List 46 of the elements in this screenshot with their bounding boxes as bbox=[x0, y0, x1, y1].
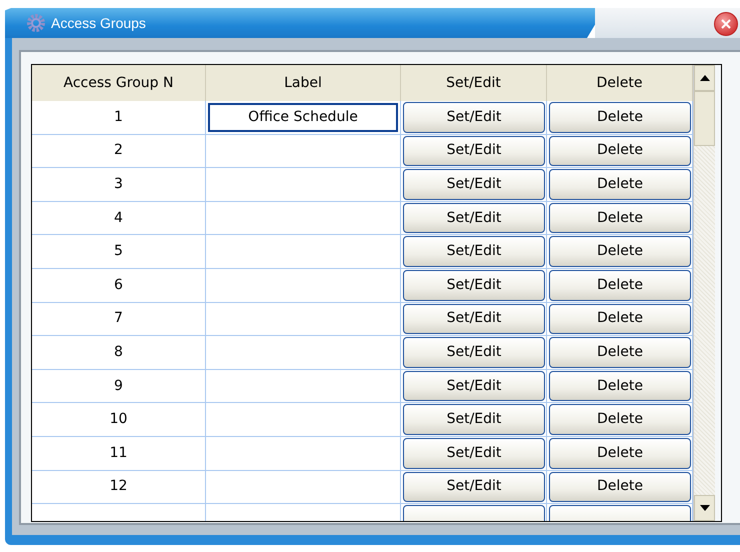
delete-button[interactable]: Delete bbox=[549, 169, 691, 200]
set-edit-button[interactable]: Set/Edit bbox=[403, 337, 545, 368]
delete-button[interactable]: Delete bbox=[549, 202, 691, 234]
delete-button[interactable]: Delete bbox=[549, 236, 691, 267]
delete-button[interactable]: Delete bbox=[549, 472, 691, 502]
label-field[interactable]: Office Schedule bbox=[208, 103, 398, 132]
set-edit-button[interactable]: Set/Edit bbox=[403, 169, 545, 200]
table-cell: 9 bbox=[32, 370, 206, 402]
set-edit-button[interactable]: Set/Edit bbox=[403, 270, 545, 301]
table-cell: 4 bbox=[32, 202, 206, 234]
down-arrow-icon bbox=[700, 505, 710, 511]
table-cell: 6 bbox=[32, 268, 206, 302]
table-cell: 5 bbox=[32, 235, 206, 268]
table-cell: 1 bbox=[32, 101, 206, 134]
delete-button[interactable]: Delete bbox=[549, 304, 691, 334]
table-cell: 2 bbox=[32, 134, 206, 168]
table-cell: 11 bbox=[32, 436, 206, 470]
set-edit-button[interactable]: Set/Edit bbox=[403, 404, 545, 435]
set-edit-button[interactable]: Set/Edit bbox=[403, 438, 545, 469]
delete-button[interactable]: Delete bbox=[549, 136, 691, 166]
delete-button[interactable]: Delete bbox=[549, 102, 691, 133]
table-cell: 3 bbox=[32, 168, 206, 201]
table-cell: 7 bbox=[32, 302, 206, 336]
scrollbar[interactable] bbox=[693, 65, 715, 521]
set-edit-button[interactable]: Set/Edit bbox=[403, 304, 545, 334]
table-cell: 12 bbox=[32, 470, 206, 504]
table-cell: 10 bbox=[32, 403, 206, 436]
scroll-down-button[interactable] bbox=[694, 495, 715, 521]
delete-button[interactable]: Delete bbox=[549, 337, 691, 368]
scroll-up-button[interactable] bbox=[694, 65, 715, 91]
set-edit-button[interactable]: Set/Edit bbox=[403, 370, 545, 402]
scroll-thumb[interactable] bbox=[694, 91, 715, 146]
close-icon bbox=[721, 19, 731, 29]
delete-button[interactable]: Delete bbox=[549, 438, 691, 469]
set-edit-button[interactable]: Set/Edit bbox=[403, 202, 545, 234]
up-arrow-icon bbox=[700, 75, 710, 81]
set-edit-button[interactable]: Set/Edit bbox=[403, 472, 545, 502]
set-edit-button[interactable]: Set/Edit bbox=[403, 102, 545, 133]
delete-button[interactable]: Delete bbox=[549, 404, 691, 435]
delete-button[interactable]: Delete bbox=[549, 370, 691, 402]
table-cell: 8 bbox=[32, 336, 206, 369]
set-edit-button[interactable]: Set/Edit bbox=[403, 136, 545, 166]
set-edit-button[interactable]: Set/Edit bbox=[403, 236, 545, 267]
gear-icon bbox=[27, 14, 45, 32]
delete-button[interactable]: Delete bbox=[549, 270, 691, 301]
window-title: Access Groups bbox=[51, 14, 146, 33]
